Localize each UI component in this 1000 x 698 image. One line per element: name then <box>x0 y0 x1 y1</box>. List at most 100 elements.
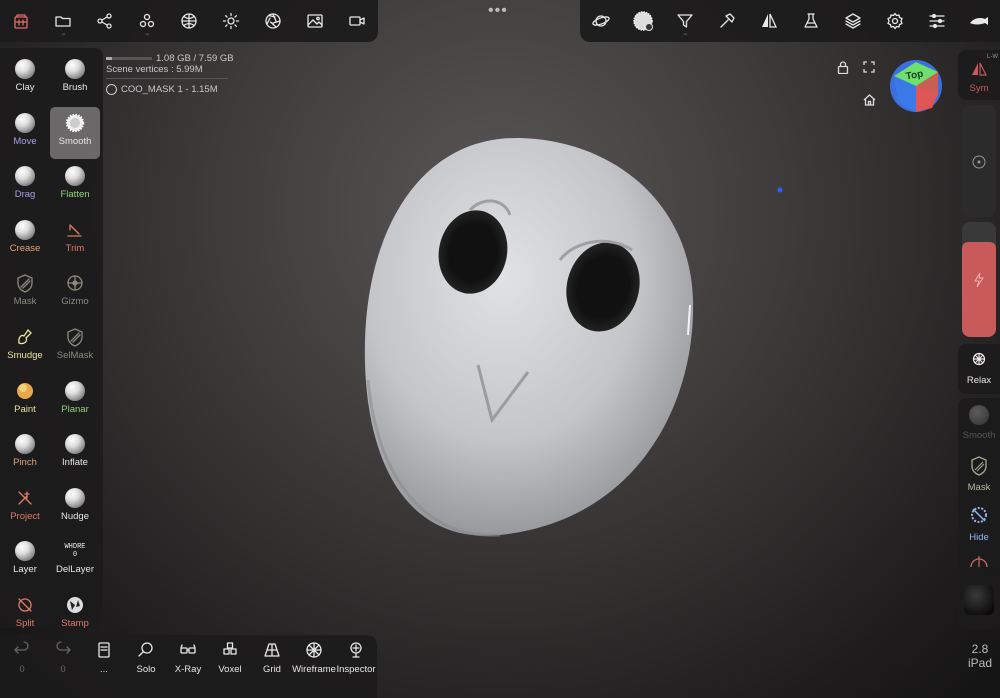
planet-icon <box>592 12 610 30</box>
tool-label: Smooth <box>58 135 92 147</box>
tool-split[interactable]: Split <box>0 589 50 628</box>
bottom-label: X-Ray <box>174 664 202 675</box>
bottom-label: Voxel <box>218 664 242 675</box>
search-icon <box>124 641 168 659</box>
view-cube[interactable]: Top <box>888 58 944 114</box>
tool-drag[interactable]: Drag <box>0 160 50 212</box>
tool-label: Trim <box>65 242 85 254</box>
lock-icon[interactable] <box>836 60 850 74</box>
undo-button[interactable]: 0 <box>0 641 44 675</box>
tool-stamp[interactable]: Stamp <box>50 589 100 628</box>
inspector-icon <box>334 641 378 659</box>
material-preview <box>964 585 994 615</box>
tool-flatten[interactable]: Flatten <box>50 160 100 212</box>
hammer-button[interactable] <box>706 0 748 42</box>
redo-button[interactable]: 0 <box>41 641 85 675</box>
quick-smooth-button[interactable]: Smooth <box>958 398 1000 444</box>
tool-layer[interactable]: Layer <box>0 535 50 587</box>
selmask-icon <box>50 327 100 347</box>
submenu-dots-icon: ··· <box>145 31 150 38</box>
tool-pinch[interactable]: Pinch <box>0 428 50 480</box>
brush-sphere-button[interactable] <box>622 0 664 42</box>
gear-icon <box>886 12 904 30</box>
search-button[interactable]: Solo <box>124 641 168 675</box>
tool-mask[interactable]: Mask <box>0 267 50 319</box>
tool-nudge[interactable]: Nudge <box>50 482 100 534</box>
submenu-dots-icon: ··· <box>683 31 688 38</box>
symmetry-button[interactable] <box>748 0 790 42</box>
folder-button[interactable]: ··· <box>42 0 84 42</box>
aperture-icon <box>264 12 282 30</box>
tool-dellayer[interactable]: WHDRE 0 DelLayer <box>50 535 100 587</box>
flask-button[interactable] <box>790 0 832 42</box>
split-icon <box>0 595 50 615</box>
intensity-slider[interactable] <box>962 222 996 337</box>
more-dots-icon[interactable]: ••• <box>488 2 508 20</box>
scene-button[interactable]: ··· <box>126 0 168 42</box>
gear-button[interactable] <box>874 0 916 42</box>
tool-planar[interactable]: Planar <box>50 375 100 427</box>
fullscreen-icon[interactable] <box>862 60 876 74</box>
tool-gizmo[interactable]: Gizmo <box>50 267 100 319</box>
stamp-icon <box>50 595 100 615</box>
symmetry-button[interactable]: L-W Sym <box>958 50 1000 100</box>
brush-sphere-icon <box>631 9 655 33</box>
fish-button[interactable] <box>958 0 1000 42</box>
tool-smudge[interactable]: Smudge <box>0 321 50 373</box>
globe-button[interactable] <box>168 0 210 42</box>
glasses-icon <box>166 641 210 659</box>
tool-move[interactable]: Move <box>0 107 50 159</box>
bottom-label: Solo <box>136 664 156 675</box>
clip-icon[interactable] <box>970 554 988 568</box>
memory-bar <box>106 57 152 60</box>
tool-trim[interactable]: Trim <box>50 214 100 266</box>
grid-button[interactable]: Grid <box>250 641 294 675</box>
camera-button[interactable] <box>336 0 378 42</box>
bottom-label: Grid <box>263 664 281 675</box>
glasses-button[interactable]: X-Ray <box>166 641 210 675</box>
image-button[interactable] <box>294 0 336 42</box>
drag-icon <box>15 166 35 187</box>
tool-smooth[interactable]: Smooth <box>50 106 100 159</box>
tool-paint[interactable]: Paint <box>0 375 50 427</box>
quick-smooth-label: Smooth <box>962 430 996 441</box>
tool-inflate[interactable]: Inflate <box>50 428 100 480</box>
sun-button[interactable] <box>210 0 252 42</box>
object-name: COO_MASK 1 - 1.15M <box>121 84 218 95</box>
relax-icon <box>972 352 986 366</box>
layers-button[interactable] <box>832 0 874 42</box>
wireframe-button[interactable]: Wireframe <box>292 641 336 675</box>
relax-button[interactable]: Relax <box>958 344 1000 394</box>
quick-hide-label: Hide <box>969 532 989 543</box>
quick-mask-button[interactable]: Mask <box>958 450 1000 496</box>
tool-clay[interactable]: Clay <box>0 53 50 105</box>
viewport-mesh[interactable] <box>0 0 1000 698</box>
gizmo-icon <box>50 273 100 293</box>
tool-project[interactable]: Project <box>0 482 50 534</box>
bottom-label: 0 <box>19 664 25 675</box>
filter-button[interactable]: ··· <box>664 0 706 42</box>
top-toolbar-right: ··· <box>580 0 1000 42</box>
symmetry-label: Sym <box>969 83 989 94</box>
voxel-button[interactable]: Voxel <box>208 641 252 675</box>
sliders-button[interactable] <box>916 0 958 42</box>
planet-button[interactable] <box>580 0 622 42</box>
share-button[interactable] <box>84 0 126 42</box>
tool-selmask[interactable]: SelMask <box>50 321 100 373</box>
brush-icon <box>65 59 85 79</box>
quick-hide-button[interactable]: Hide <box>958 500 1000 546</box>
tool-brush[interactable]: Brush <box>50 53 100 105</box>
tool-label: Flatten <box>60 189 90 201</box>
radius-slider[interactable] <box>962 105 996 217</box>
object-row[interactable]: COO_MASK 1 - 1.15M <box>106 84 218 95</box>
mask-icon <box>0 273 50 294</box>
app-logo-button[interactable] <box>0 0 42 42</box>
tool-crease[interactable]: Crease <box>0 214 50 266</box>
aperture-button[interactable] <box>252 0 294 42</box>
book-button[interactable]: ... <box>82 641 126 675</box>
inspector-button[interactable]: Inspector <box>334 641 378 675</box>
material-button[interactable] <box>958 577 1000 629</box>
home-icon[interactable] <box>862 93 876 107</box>
move-icon <box>15 112 35 133</box>
mask-object[interactable] <box>364 137 694 537</box>
